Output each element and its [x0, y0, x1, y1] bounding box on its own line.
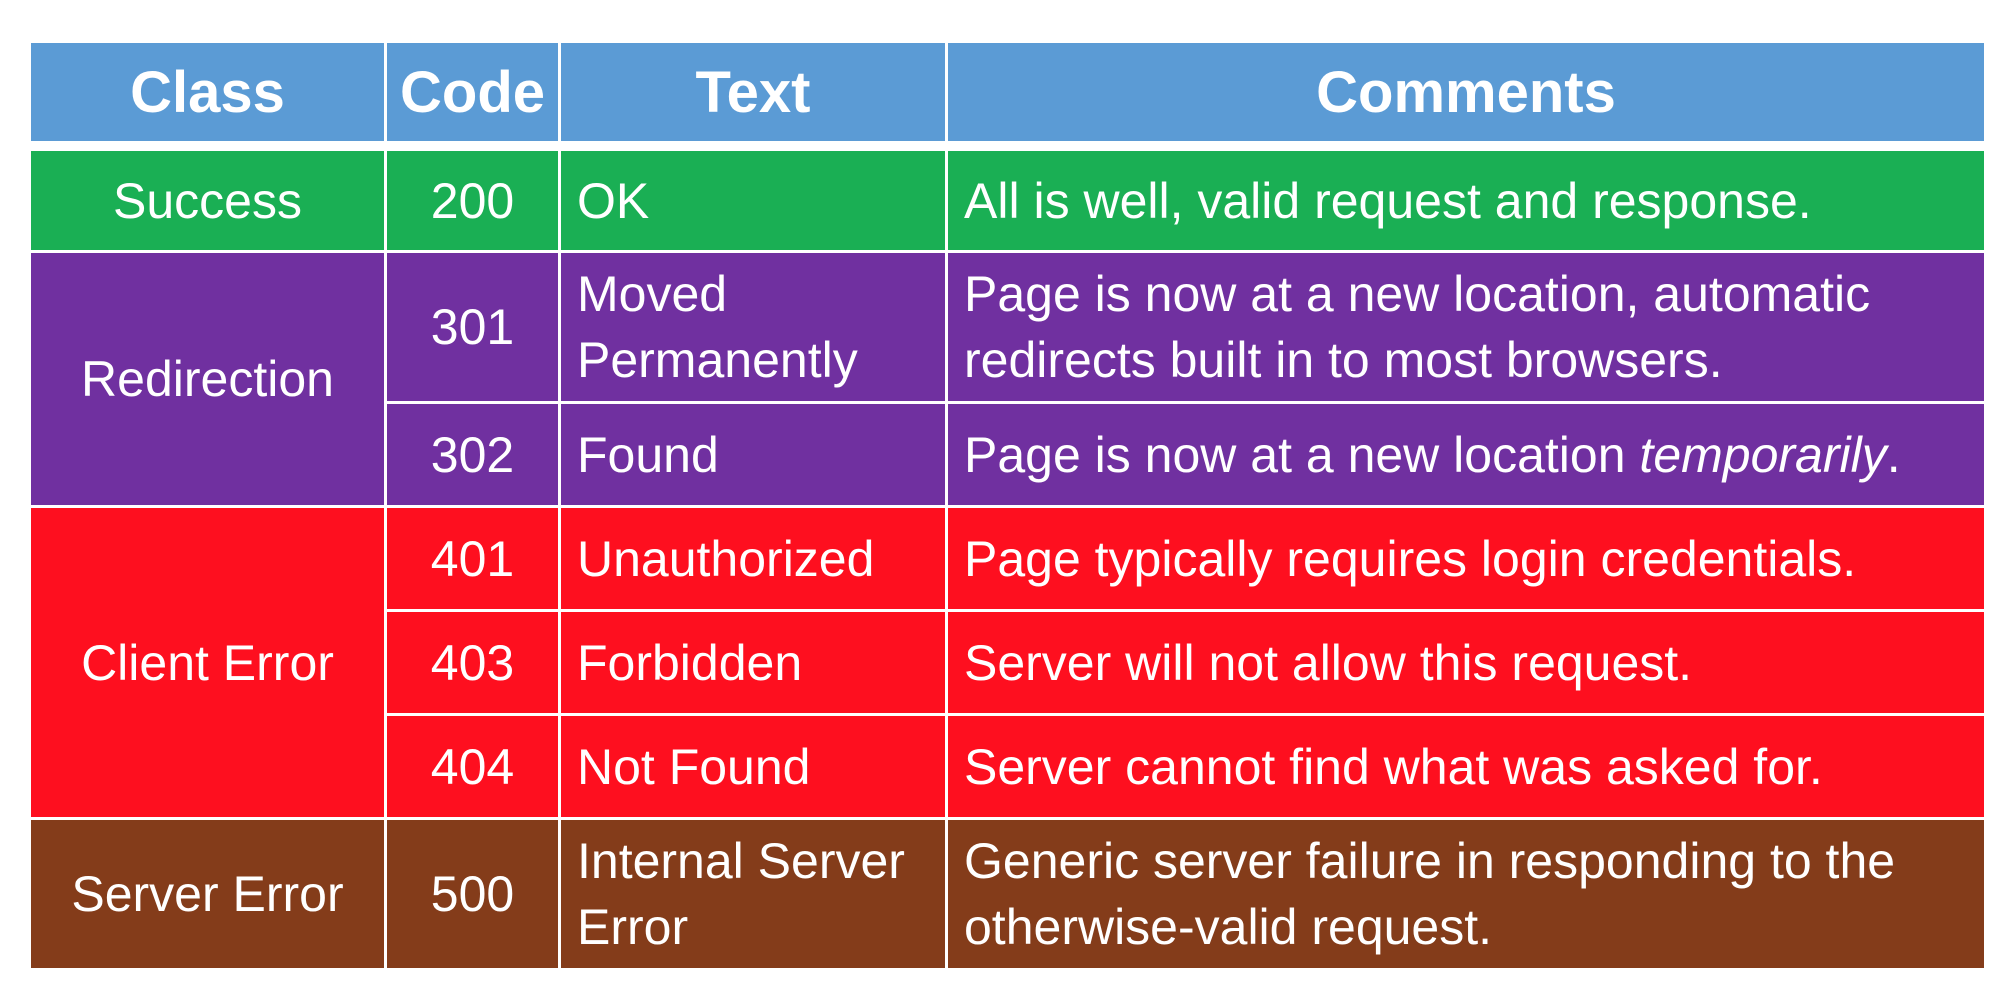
http-status-table-container: Class Code Text Comments Success 200 OK … [28, 40, 1987, 971]
http-status-table: Class Code Text Comments Success 200 OK … [28, 40, 1987, 971]
table-row: Server Error 500 Internal Server Error G… [28, 817, 1987, 971]
code-cell: 302 [384, 401, 561, 508]
text-cell: Found [558, 401, 948, 508]
comment-emphasis: temporarily [1639, 426, 1887, 483]
text-line: Error [577, 899, 689, 955]
comment-cell: Page typically requires login credential… [945, 505, 1987, 612]
comment-prefix: Page is now at a new location [964, 426, 1640, 483]
comment-line: Generic server failure in responding to … [964, 833, 1896, 889]
table-row: Success 200 OK All is well, valid reques… [28, 144, 1987, 253]
comment-line: Page is now at a new location, automatic [964, 266, 1871, 322]
text-line: Permanently [577, 332, 858, 388]
comment-line: otherwise-valid request. [964, 899, 1493, 955]
text-cell: Internal Server Error [558, 817, 948, 971]
text-cell: Forbidden [558, 609, 948, 716]
code-cell: 403 [384, 609, 561, 716]
table-row: Redirection 301 Moved Permanently Page i… [28, 250, 1987, 508]
header-comments: Comments [945, 40, 1987, 148]
comment-cell: Generic server failure in responding to … [945, 817, 1987, 971]
text-cell: OK [558, 144, 948, 253]
code-cell: 500 [384, 817, 561, 971]
comment-cell: Server cannot find what was asked for. [945, 713, 1987, 820]
class-cell-server-error: Server Error [28, 817, 387, 971]
code-cell: 301 [384, 250, 561, 404]
comment-suffix: . [1886, 426, 1901, 483]
header-text: Text [558, 40, 948, 148]
class-cell-redirection: Redirection [28, 250, 387, 508]
text-cell: Not Found [558, 713, 948, 820]
class-cell-client-error: Client Error [28, 505, 387, 820]
comment-cell: All is well, valid request and response. [945, 144, 1987, 253]
code-cell: 404 [384, 713, 561, 820]
text-cell: Unauthorized [558, 505, 948, 612]
comment-cell: Server will not allow this request. [945, 609, 1987, 716]
comment-cell: Page is now at a new location temporaril… [945, 401, 1987, 508]
comment-cell: Page is now at a new location, automatic… [945, 250, 1987, 404]
code-cell: 200 [384, 144, 561, 253]
text-line: Moved [577, 266, 728, 322]
header-code: Code [384, 40, 561, 148]
comment-line: redirects built in to most browsers. [964, 332, 1723, 388]
code-cell: 401 [384, 505, 561, 612]
class-cell-success: Success [28, 144, 387, 253]
table-header-row: Class Code Text Comments [28, 40, 1987, 148]
table-row: Client Error 401 Unauthorized Page typic… [28, 505, 1987, 820]
text-cell: Moved Permanently [558, 250, 948, 404]
header-class: Class [28, 40, 387, 148]
text-line: Internal Server [577, 833, 905, 889]
